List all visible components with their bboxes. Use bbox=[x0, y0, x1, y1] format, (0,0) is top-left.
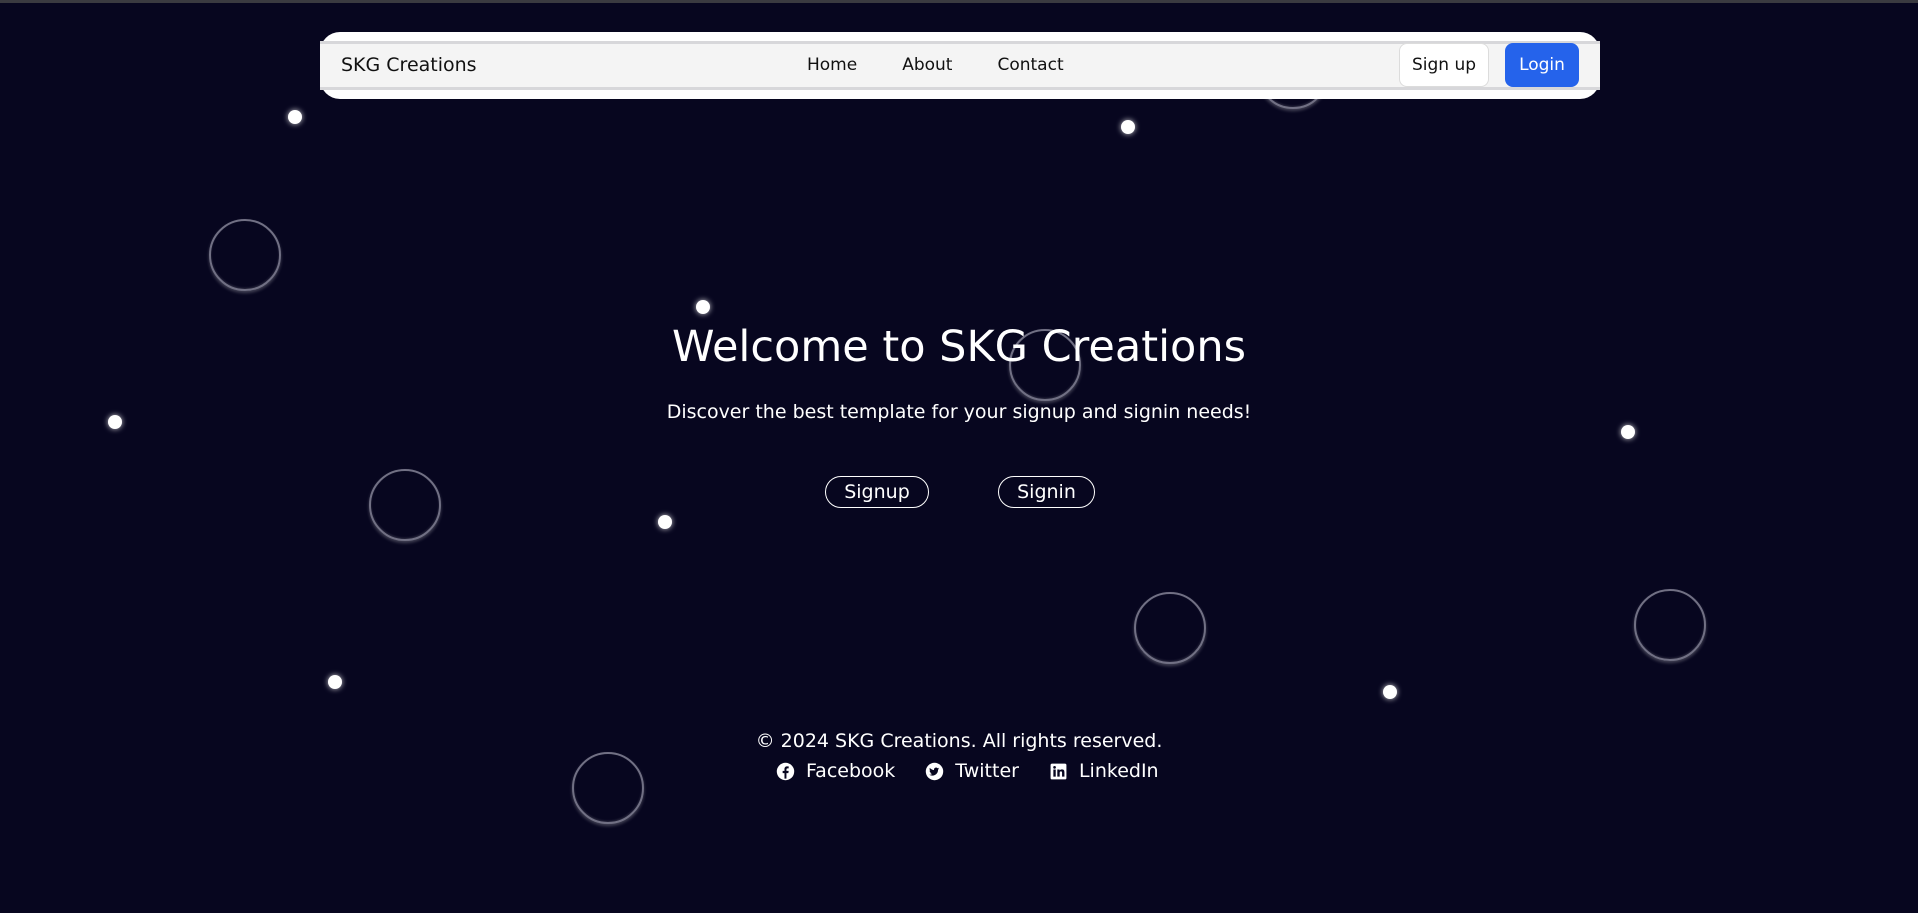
page-background: SKG Creations Home About Contact Sign up… bbox=[0, 0, 1918, 913]
hero-signin-button[interactable]: Signin bbox=[998, 476, 1095, 508]
nav-link-home[interactable]: Home bbox=[807, 55, 857, 75]
decorative-ring bbox=[1134, 592, 1206, 664]
decorative-dot bbox=[1383, 685, 1397, 699]
brand-name[interactable]: SKG Creations bbox=[341, 54, 477, 76]
nav-login-button[interactable]: Login bbox=[1505, 43, 1579, 87]
decorative-dot bbox=[1121, 120, 1135, 134]
decorative-dot bbox=[1621, 425, 1635, 439]
hero-title: Welcome to SKG Creations bbox=[671, 322, 1246, 372]
decorative-dot bbox=[288, 110, 302, 124]
nav-link-contact[interactable]: Contact bbox=[997, 55, 1063, 75]
twitter-icon bbox=[925, 762, 944, 781]
decorative-ring bbox=[572, 752, 644, 824]
navbar-band-bottom bbox=[320, 87, 1600, 90]
twitter-link[interactable]: Twitter bbox=[925, 760, 1019, 782]
decorative-ring bbox=[209, 219, 281, 291]
decorative-dot bbox=[658, 515, 672, 529]
decorative-ring bbox=[1634, 589, 1706, 661]
browser-top-edge bbox=[0, 0, 1918, 3]
linkedin-icon bbox=[1049, 762, 1068, 781]
hero-subtitle: Discover the best template for your sign… bbox=[666, 401, 1252, 423]
facebook-label: Facebook bbox=[806, 760, 896, 782]
facebook-icon bbox=[776, 762, 795, 781]
navbar: SKG Creations Home About Contact Sign up… bbox=[320, 32, 1600, 99]
nav-signup-button[interactable]: Sign up bbox=[1399, 43, 1489, 87]
social-links: Facebook Twitter LinkedIn bbox=[776, 760, 1159, 782]
linkedin-label: LinkedIn bbox=[1078, 760, 1159, 782]
linkedin-link[interactable]: LinkedIn bbox=[1049, 760, 1159, 782]
decorative-ring bbox=[369, 469, 441, 541]
twitter-label: Twitter bbox=[955, 760, 1019, 782]
nav-link-about[interactable]: About bbox=[902, 55, 952, 75]
nav-links: Home About Contact bbox=[807, 55, 1109, 75]
facebook-link[interactable]: Facebook bbox=[776, 760, 895, 782]
copyright-text: © 2024 SKG Creations. All rights reserve… bbox=[755, 730, 1163, 752]
decorative-dot bbox=[328, 675, 342, 689]
hero-signup-button[interactable]: Signup bbox=[825, 476, 929, 508]
decorative-dot bbox=[696, 300, 710, 314]
